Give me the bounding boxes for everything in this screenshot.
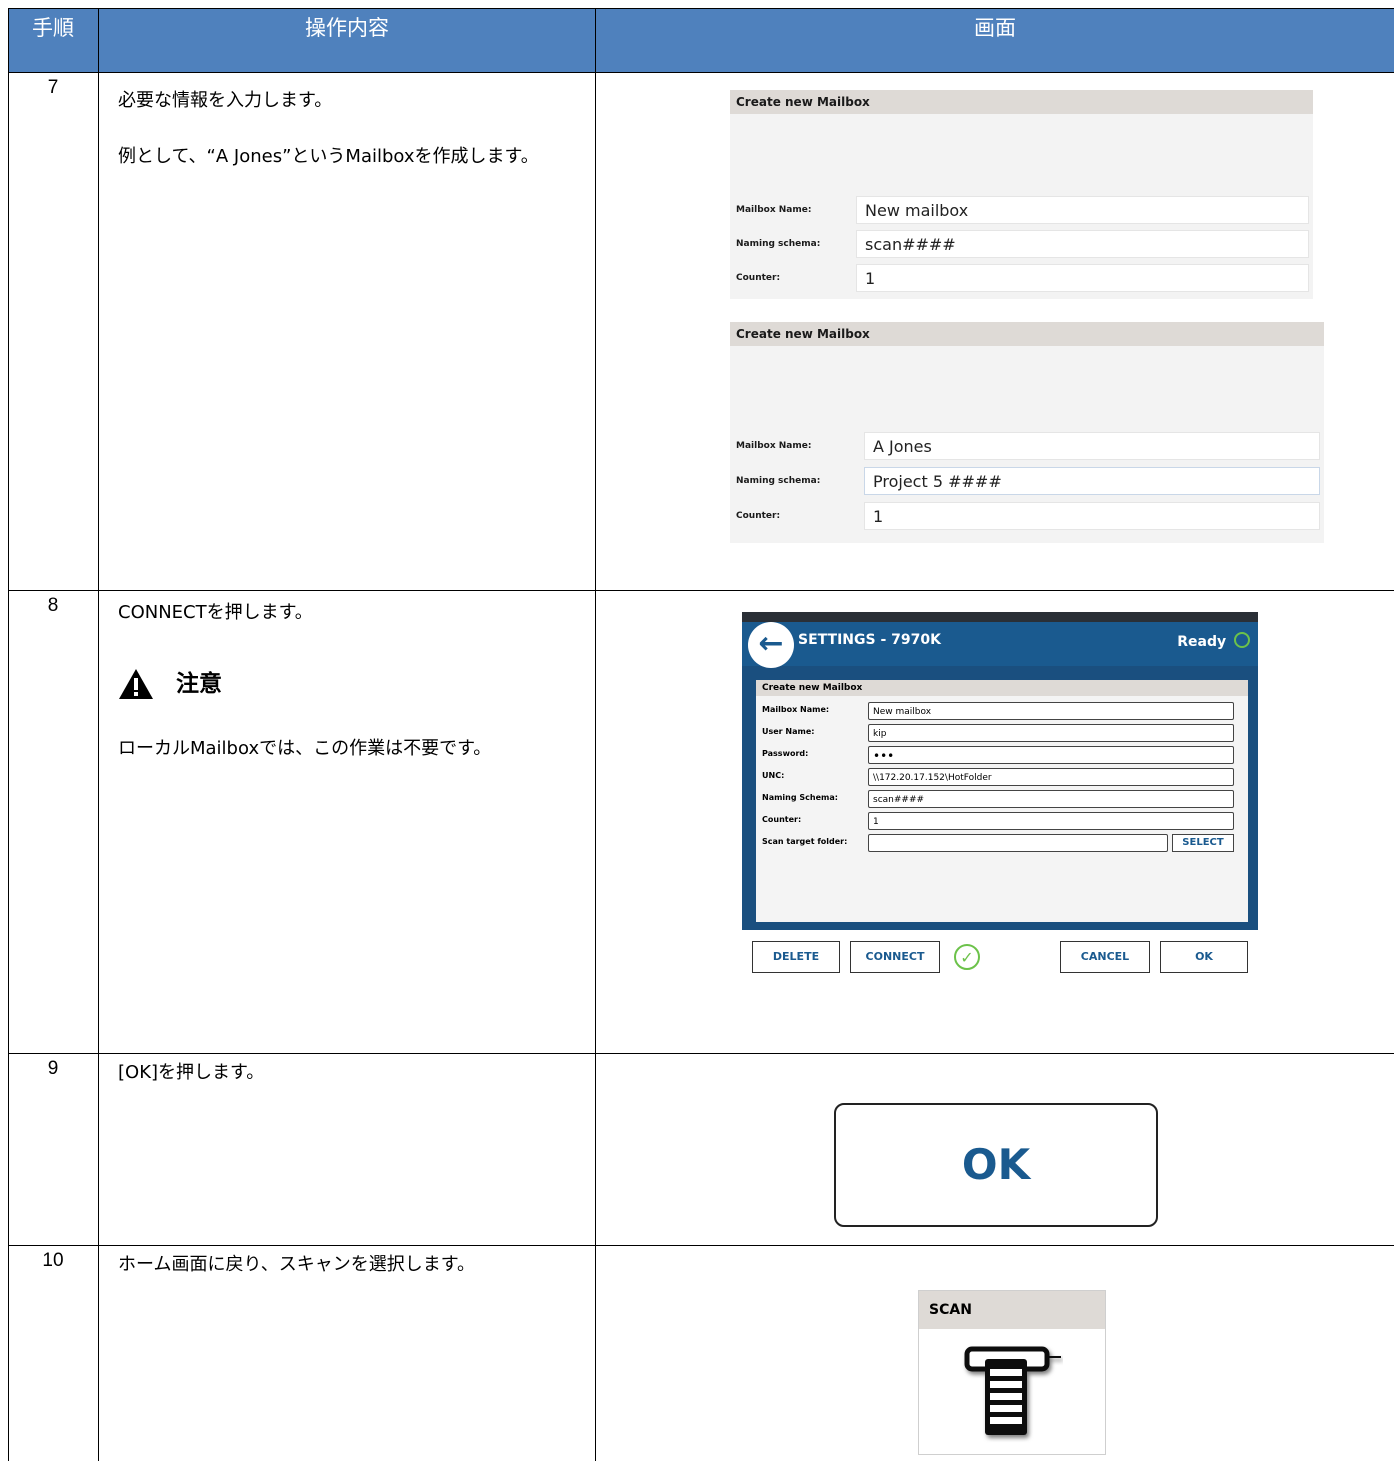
row-divider <box>8 590 1394 591</box>
field-label: Counter: <box>762 815 802 824</box>
caution-title: 注意 <box>176 671 222 697</box>
column-divider <box>98 8 99 1461</box>
mailbox-name-field[interactable]: New mailbox <box>856 196 1309 224</box>
ok-button[interactable]: OK <box>1160 941 1248 973</box>
form-title: Create new Mailbox <box>756 680 1248 696</box>
column-divider <box>595 8 596 1461</box>
step-number: 8 <box>47 595 59 616</box>
mailbox-name-field[interactable]: New mailbox <box>868 702 1234 720</box>
form-row: User Name: kip <box>756 724 1248 744</box>
field-label: Scan target folder: <box>762 837 848 846</box>
header-operation: 操作内容 <box>99 8 595 72</box>
field-label: Mailbox Name: <box>736 441 812 451</box>
form-row: UNC: \\172.20.17.152\HotFolder <box>756 768 1248 788</box>
form-row: Scan target folder: SELECT <box>756 834 1248 854</box>
step-number: 9 <box>47 1058 59 1079</box>
dialog-footer: DELETE CONNECT ✓ CANCEL OK <box>742 930 1258 984</box>
delete-button[interactable]: DELETE <box>752 941 840 973</box>
step-number: 7 <box>47 77 59 98</box>
mailbox-name-field[interactable]: A Jones <box>864 432 1320 460</box>
scanner-icon <box>961 1339 1063 1447</box>
window-titlebar <box>742 612 1258 622</box>
form-row: Naming schema: scan#### <box>730 230 1313 260</box>
field-label: Password: <box>762 749 809 758</box>
cancel-button[interactable]: CANCEL <box>1060 941 1150 973</box>
ready-status-label: Ready <box>1177 634 1227 650</box>
warning-icon <box>118 668 154 710</box>
dialog-title: SETTINGS - 7970K <box>798 632 941 648</box>
status-text: Ready <box>1177 632 1250 650</box>
description-line: 必要な情報を入力します。 <box>118 90 333 111</box>
form-row: Counter: 1 <box>730 502 1324 532</box>
caution-text: ローカルMailboxでは、この作業は不要です。 <box>118 738 492 759</box>
caution-heading: 注意 <box>118 666 588 706</box>
form-row: Mailbox Name: New mailbox <box>756 702 1248 722</box>
step-description: [OK]を押します。 <box>118 1058 588 1088</box>
form-row: Password: ••• <box>756 746 1248 766</box>
form-row: Mailbox Name: New mailbox <box>730 196 1313 226</box>
step-description: ホーム画面に戻り、スキャンを選択します。 <box>118 1250 588 1280</box>
naming-schema-field[interactable]: scan#### <box>868 790 1234 808</box>
field-label: Mailbox Name: <box>762 705 830 714</box>
counter-field[interactable]: 1 <box>864 502 1320 530</box>
field-label: Naming schema: <box>736 476 821 486</box>
ok-button[interactable]: OK <box>834 1103 1158 1227</box>
field-label: Counter: <box>736 511 781 521</box>
naming-schema-field[interactable]: scan#### <box>856 230 1309 258</box>
unc-field[interactable]: \\172.20.17.152\HotFolder <box>868 768 1234 786</box>
password-field[interactable]: ••• <box>868 746 1234 764</box>
form-title: Create new Mailbox <box>730 90 1313 114</box>
form-row: Naming schema: Project 5 #### <box>730 467 1324 497</box>
dialog-header: SETTINGS - 7970K Ready <box>742 622 1258 666</box>
form-row: Counter: 1 <box>756 812 1248 832</box>
scan-target-folder-field[interactable] <box>868 834 1168 852</box>
description-line: 例として、“A Jones”というMailboxを作成します。 <box>118 146 539 167</box>
step-description: 必要な情報を入力します。 例として、“A Jones”というMailboxを作成… <box>118 86 588 172</box>
field-label: Mailbox Name: <box>736 205 812 215</box>
table-border-top <box>8 8 1394 9</box>
step-description: CONNECTを押します。 注意 ローカルMailboxでは、この作業は不要です… <box>118 598 588 764</box>
field-label: Naming schema: <box>736 239 821 249</box>
header-screen: 画面 <box>596 8 1394 72</box>
counter-field[interactable]: 1 <box>868 812 1234 830</box>
field-label: Naming Schema: <box>762 793 838 802</box>
counter-field[interactable]: 1 <box>856 264 1309 292</box>
ready-status-icon <box>1234 632 1250 648</box>
back-arrow-icon[interactable]: ← <box>748 622 794 668</box>
row-divider <box>8 1053 1394 1054</box>
form-row: Naming Schema: scan#### <box>756 790 1248 810</box>
description-line: ホーム画面に戻り、スキャンを選択します。 <box>118 1254 475 1275</box>
form-row: Counter: 1 <box>730 264 1313 294</box>
connect-button[interactable]: CONNECT <box>850 941 940 973</box>
column-divider <box>8 8 9 1461</box>
scan-tile-label: SCAN <box>919 1291 1105 1329</box>
description-line: [OK]を押します。 <box>118 1062 265 1083</box>
form-row: Mailbox Name: A Jones <box>730 432 1324 462</box>
check-circle-icon: ✓ <box>954 944 980 970</box>
field-label: UNC: <box>762 771 785 780</box>
field-label: Counter: <box>736 273 781 283</box>
description-line: CONNECTを押します。 <box>118 602 313 623</box>
select-button[interactable]: SELECT <box>1172 834 1234 852</box>
mailbox-form-screenshot: Create new Mailbox Mailbox Name: New mai… <box>730 90 1313 299</box>
row-divider <box>8 1245 1394 1246</box>
form-title: Create new Mailbox <box>730 322 1324 346</box>
field-label: User Name: <box>762 727 815 736</box>
scan-tile[interactable]: SCAN <box>918 1290 1106 1455</box>
header-step: 手順 <box>8 8 98 72</box>
mailbox-form-screenshot: Create new Mailbox Mailbox Name: A Jones… <box>730 322 1324 543</box>
row-divider <box>8 72 1394 73</box>
naming-schema-field[interactable]: Project 5 #### <box>864 467 1320 495</box>
step-number: 10 <box>42 1250 64 1271</box>
dialog-form: Create new Mailbox Mailbox Name: New mai… <box>756 680 1248 922</box>
user-name-field[interactable]: kip <box>868 724 1234 742</box>
settings-dialog-screenshot: SETTINGS - 7970K Ready ← Create new Mail… <box>742 612 1258 984</box>
